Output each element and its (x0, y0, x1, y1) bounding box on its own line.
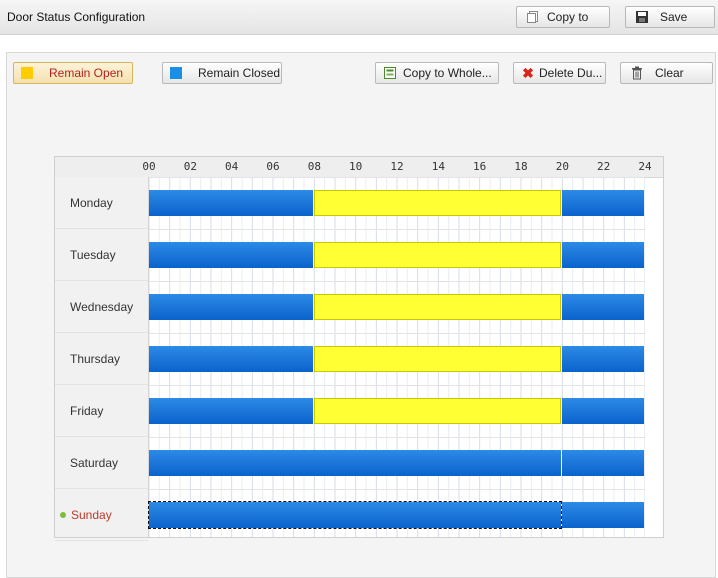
day-label-monday[interactable]: Monday (55, 177, 148, 229)
day-name: Sunday (71, 507, 112, 522)
schedule-segment-closed[interactable] (149, 294, 314, 320)
day-label-tuesday[interactable]: Tuesday (55, 229, 148, 281)
hour-tick-label: 12 (390, 160, 404, 173)
save-icon (634, 9, 650, 25)
day-name: Wednesday (70, 299, 134, 314)
save-label: Save (660, 10, 688, 24)
hour-tick-label: 00 (142, 160, 156, 173)
schedule-segment-closed[interactable] (147, 501, 563, 529)
schedule-segment-open[interactable] (314, 346, 562, 372)
hour-tick-label: 24 (638, 160, 652, 173)
hour-header: 00 02 04 06 08 10 12 14 16 18 20 22 24 (55, 157, 663, 178)
copy-to-whole-label: Copy to Whole... (403, 66, 492, 80)
schedule-segment-closed[interactable] (149, 346, 314, 372)
hour-tick-label: 08 (307, 160, 321, 173)
day-label-thursday[interactable]: Thursday (55, 333, 148, 385)
hour-tick-label: 20 (555, 160, 569, 173)
segments-layer[interactable] (147, 177, 645, 537)
delete-x-icon: ✖ (522, 64, 534, 81)
selected-day-indicator-icon (60, 511, 66, 518)
schedule-segment-closed[interactable] (149, 190, 314, 216)
delete-duration-button[interactable]: ✖ Delete Du... (513, 62, 606, 84)
day-column: Monday Tuesday Wednesday Thursday Friday Satu… (55, 177, 149, 541)
hour-tick-label: 10 (349, 160, 363, 173)
save-button[interactable]: Save (625, 6, 715, 28)
copy-icon (525, 9, 541, 25)
blue-swatch-icon (168, 65, 184, 81)
day-name: Thursday (70, 351, 121, 366)
page-title: Door Status Configuration (7, 10, 146, 24)
remain-open-tool[interactable]: Remain Open (13, 62, 133, 84)
hour-tick-label: 22 (597, 160, 611, 173)
remain-closed-tool[interactable]: Remain Closed (162, 62, 282, 84)
day-label-sunday[interactable]: Sunday (55, 489, 148, 541)
day-name: Tuesday (70, 247, 116, 262)
schedule-segment-closed[interactable] (562, 346, 644, 372)
title-bar: Door Status Configuration Copy to Save (0, 0, 718, 35)
delete-label: Delete Du... (539, 66, 603, 80)
schedule-segment-closed[interactable] (149, 242, 314, 268)
schedule-segment-open[interactable] (314, 190, 562, 216)
trash-icon (629, 65, 645, 81)
schedule-segment-closed[interactable] (149, 398, 314, 424)
copy-to-label: Copy to (547, 10, 589, 24)
copy-week-icon (382, 65, 398, 81)
hour-tick-label: 06 (266, 160, 280, 173)
clear-button[interactable]: Clear (620, 62, 713, 84)
remain-open-label: Remain Open (49, 66, 124, 80)
clear-label: Clear (655, 66, 684, 80)
schedule-segment-closed[interactable] (562, 398, 644, 424)
hour-tick-label: 04 (225, 160, 239, 173)
day-name: Monday (70, 195, 113, 210)
schedule-segment-closed[interactable] (562, 242, 644, 268)
schedule-segment-open[interactable] (314, 398, 562, 424)
copy-to-whole-button[interactable]: Copy to Whole... (375, 62, 499, 84)
schedule-segment-closed[interactable] (562, 450, 644, 476)
day-name: Saturday (70, 455, 119, 470)
day-name: Friday (70, 403, 104, 418)
schedule-segment-closed[interactable] (562, 502, 644, 528)
copy-to-button[interactable]: Copy to (516, 6, 610, 28)
schedule-segment-closed[interactable] (149, 450, 562, 476)
day-label-saturday[interactable]: Saturday (55, 437, 148, 489)
weekly-schedule-grid[interactable]: 00 02 04 06 08 10 12 14 16 18 20 22 24 Monday Tuesday… (54, 156, 664, 541)
hour-tick-label: 14 (431, 160, 445, 173)
yellow-swatch-icon (19, 65, 35, 81)
hour-tick-label: 02 (183, 160, 197, 173)
hour-tick-label: 18 (514, 160, 528, 173)
remain-closed-label: Remain Closed (198, 66, 281, 80)
schedule-segment-closed[interactable] (562, 190, 644, 216)
schedule-segment-closed[interactable] (562, 294, 644, 320)
schedule-segment-open[interactable] (314, 294, 562, 320)
day-label-friday[interactable]: Friday (55, 385, 148, 437)
schedule-segment-open[interactable] (314, 242, 562, 268)
hour-tick-label: 16 (473, 160, 487, 173)
day-label-wednesday[interactable]: Wednesday (55, 281, 148, 333)
